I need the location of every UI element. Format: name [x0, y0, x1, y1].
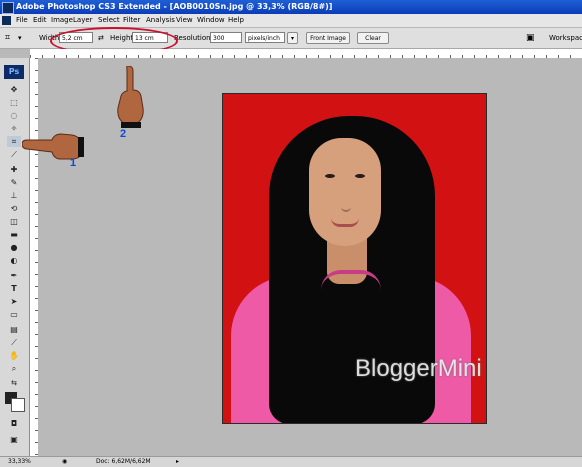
right-eye: [355, 174, 365, 178]
app-menu-icon[interactable]: [2, 16, 11, 25]
photoshop-app-icon: [2, 2, 14, 14]
pen-tool-icon[interactable]: ✒: [7, 270, 21, 281]
photoshop-logo: Ps: [4, 65, 24, 79]
shape-tool-icon[interactable]: ▭: [7, 309, 21, 320]
collar: [321, 270, 381, 300]
clone-stamp-icon[interactable]: ⊥: [7, 190, 21, 201]
dodge-tool-icon[interactable]: ◐: [7, 255, 21, 266]
path-selection-icon[interactable]: ➤: [7, 296, 21, 307]
pointing-hand-left-icon: [22, 133, 84, 160]
eraser-tool-icon[interactable]: ◫: [7, 216, 21, 227]
mouth: [331, 218, 359, 227]
step-number-1: 1: [70, 157, 77, 169]
nose: [341, 198, 351, 212]
blur-tool-icon[interactable]: ●: [7, 242, 21, 253]
background-color-swatch[interactable]: [11, 398, 25, 412]
menu-help[interactable]: Help: [228, 14, 244, 27]
resolution-field[interactable]: 300: [210, 32, 242, 43]
resolution-unit-select[interactable]: pixels/inch: [245, 32, 285, 43]
brush-tool-icon[interactable]: ✎: [7, 177, 21, 188]
eyedropper-tool-icon[interactable]: ⟋: [7, 337, 21, 348]
tool-preset-arrow-icon[interactable]: ▾: [18, 32, 22, 44]
menu-filter[interactable]: Filter: [123, 14, 140, 27]
history-brush-icon[interactable]: ⟲: [7, 203, 21, 214]
menu-analysis[interactable]: Analysis: [146, 14, 175, 27]
menu-window[interactable]: Window: [197, 14, 225, 27]
menu-view[interactable]: View: [176, 14, 193, 27]
zoom-tool-icon[interactable]: ⌕: [7, 363, 21, 374]
healing-brush-icon[interactable]: ✚: [7, 164, 21, 175]
hand-tool-icon[interactable]: ✋: [7, 350, 21, 361]
crop-tool-preset-icon[interactable]: ⌗: [5, 32, 10, 44]
slice-tool-icon[interactable]: ⟋: [7, 149, 21, 160]
type-tool-icon[interactable]: T: [7, 283, 21, 294]
move-tool-icon[interactable]: ✥: [7, 84, 21, 95]
menu-select[interactable]: Select: [98, 14, 120, 27]
magic-wand-tool-icon[interactable]: ✧: [7, 123, 21, 134]
window-title: Adobe Photoshop CS3 Extended - [AOB0010S…: [16, 2, 333, 11]
unit-dropdown-arrow-icon[interactable]: ▾: [287, 32, 298, 44]
face: [309, 138, 381, 246]
menu-file[interactable]: File: [16, 14, 28, 27]
menu-layer[interactable]: Layer: [73, 14, 93, 27]
crop-tool-icon[interactable]: ⌗: [7, 136, 21, 147]
menu-edit[interactable]: Edit: [33, 14, 47, 27]
menu-bar: File Edit Image Layer Select Filter Anal…: [0, 14, 582, 28]
resolution-label: Resolution:: [174, 34, 213, 42]
front-image-button[interactable]: Front Image: [306, 32, 350, 44]
watermark: BloggerMini: [355, 355, 482, 382]
quick-mask-icon[interactable]: ◘: [7, 418, 21, 429]
step-number-2: 2: [120, 128, 127, 140]
lasso-tool-icon[interactable]: ◌: [7, 110, 21, 121]
menu-image[interactable]: Image: [51, 14, 73, 27]
status-bar: 33,33% ◉ Doc: 6,62M/6,62M ▸: [0, 456, 582, 467]
clear-button[interactable]: Clear: [357, 32, 389, 44]
marquee-tool-icon[interactable]: ⬚: [7, 97, 21, 108]
swap-colors-icon[interactable]: ⇆: [7, 378, 21, 389]
tools-panel: Ps ✥ ⬚ ◌ ✧ ⌗ ⟋ ✚ ✎ ⊥ ⟲ ◫ ▬ ● ◐ ✒ T ➤ ▭ ▤…: [0, 58, 30, 456]
workspace-icon[interactable]: ▣: [526, 32, 535, 44]
notes-tool-icon[interactable]: ▤: [7, 324, 21, 335]
left-eye: [325, 174, 335, 178]
pointing-hand-up-icon: [117, 66, 144, 128]
gradient-tool-icon[interactable]: ▬: [7, 229, 21, 240]
workspace-label[interactable]: Workspace: [549, 32, 582, 44]
title-bar: Adobe Photoshop CS3 Extended - [AOB0010S…: [0, 0, 582, 14]
screen-mode-icon[interactable]: ▣: [7, 434, 21, 445]
